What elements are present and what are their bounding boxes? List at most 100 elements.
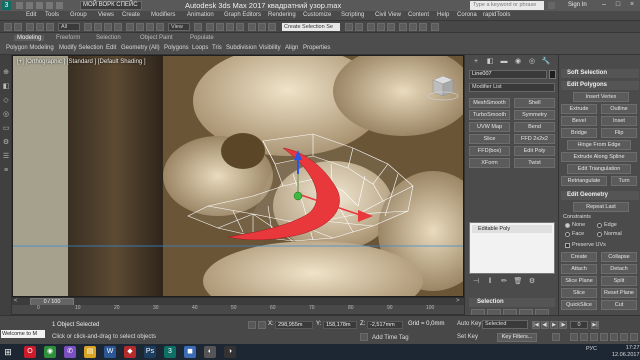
search-input[interactable]: Type a keyword or phrase [470, 1, 544, 10]
twist-button[interactable]: Twist [514, 158, 555, 168]
move-icon[interactable] [126, 23, 134, 31]
split-button[interactable]: Split [601, 276, 637, 286]
redo-icon[interactable] [14, 23, 22, 31]
key-filters-button[interactable]: Key Filters... [497, 333, 537, 342]
ribbon-properties[interactable]: Properties [303, 45, 330, 51]
selection-rollout-header[interactable]: Selection [469, 298, 555, 307]
symmetry-button[interactable]: Symmetry [514, 110, 555, 120]
orbit-icon[interactable] [620, 333, 628, 341]
menu-graph-editors[interactable]: Graph Editors [224, 12, 261, 18]
rectangular-selection-icon[interactable] [104, 23, 112, 31]
zoom-extents-icon[interactable] [590, 333, 598, 341]
taskbar-app-gray-icon[interactable]: ◐ [204, 346, 216, 358]
workspace-dropdown[interactable]: МОЙ ВОРК СПЕЙС [80, 1, 142, 10]
taskbar-app-viber-icon[interactable]: ✆ [64, 346, 76, 358]
menu-rapidtools[interactable]: rapidTools [483, 12, 510, 18]
ribbon-polygons[interactable]: Polygons [164, 45, 189, 51]
render-production-icon[interactable] [419, 23, 427, 31]
constraint-normal-radio[interactable] [597, 232, 602, 237]
go-to-end-icon[interactable]: ▶| [591, 321, 599, 329]
menu-help[interactable]: Help [437, 12, 449, 18]
reset-plane-button[interactable]: Reset Plane [601, 288, 637, 298]
minimize-button[interactable]: – [598, 0, 610, 10]
ribbon-subdivision[interactable]: Subdivision [226, 45, 257, 51]
add-time-tag[interactable]: Add Time Tag [372, 335, 409, 341]
edit-triangulation-button[interactable]: Edit Triangulation [567, 164, 631, 174]
schematic-view-icon[interactable] [377, 23, 385, 31]
bend-button[interactable]: Bend [514, 122, 555, 132]
menu-tools[interactable]: Tools [45, 12, 59, 18]
selection-filter-dropdown[interactable]: All [58, 23, 80, 31]
undo-icon[interactable] [46, 2, 53, 9]
window-crossing-icon[interactable] [114, 23, 122, 31]
close-button[interactable]: × [626, 0, 638, 10]
preserve-uvs-checkbox[interactable] [565, 243, 570, 248]
soft-selection-rollout[interactable]: Soft Selection [561, 69, 639, 78]
spinner-snap-icon[interactable] [236, 23, 244, 31]
ribbon-align[interactable]: Align [285, 45, 298, 51]
menu-customize[interactable]: Customize [303, 12, 331, 18]
redo-icon[interactable] [56, 2, 63, 9]
tab-freeform[interactable]: Freeform [56, 35, 80, 41]
time-configuration-icon[interactable] [552, 333, 560, 341]
set-key-button[interactable]: Set Key [457, 334, 478, 340]
menu-views[interactable]: Views [98, 12, 114, 18]
keyboard-language[interactable]: РУС [586, 346, 597, 352]
taskbar-app-opera-icon[interactable]: O [24, 346, 36, 358]
insert-vertex-button[interactable]: Insert Vertex [573, 92, 629, 102]
y-coordinate-field[interactable]: 158,178m [323, 321, 357, 329]
stack-item-editable-poly[interactable]: Editable Poly [472, 225, 552, 233]
snaps-toggle-icon[interactable] [206, 23, 214, 31]
hierarchy-icon[interactable]: ◇ [2, 97, 10, 105]
make-unique-icon[interactable]: ✏ [499, 277, 509, 286]
cut-button[interactable]: Cut [601, 300, 637, 310]
tab-object-paint[interactable]: Object Paint [140, 35, 173, 41]
bridge-button[interactable]: Bridge [561, 128, 597, 138]
shell-button[interactable]: Shell [514, 98, 555, 108]
modify-tab-icon[interactable]: ◧ [485, 57, 495, 66]
teapot-render-icon[interactable] [431, 23, 439, 31]
hierarchy-tab-icon[interactable]: ▬ [499, 57, 509, 66]
auto-key-button[interactable]: Auto Key [457, 321, 481, 327]
viewport-label[interactable]: [+] [Orthographic ] [Standard ] [Default… [17, 59, 146, 65]
menu-civil-view[interactable]: Civil View [375, 12, 401, 18]
angle-snap-icon[interactable] [216, 23, 224, 31]
menu-scripting[interactable]: Scripting [341, 12, 364, 18]
xform-button[interactable]: XForm [469, 158, 510, 168]
inset-button[interactable]: Inset [601, 116, 637, 126]
configure-modifier-sets-icon[interactable]: ⚙ [527, 277, 537, 286]
z-coordinate-field[interactable]: -2,517mm [367, 321, 403, 329]
play-icon[interactable]: ▶ [550, 321, 558, 329]
graphite-toggle-icon[interactable] [355, 23, 363, 31]
uvw-map-button[interactable]: UVW Map [469, 122, 510, 132]
rendered-frame-window-icon[interactable] [409, 23, 417, 31]
turn-button[interactable]: Turn [611, 176, 637, 186]
create-selection-set-input[interactable]: Create Selection Se [282, 23, 340, 31]
retriangulate-button[interactable]: Retriangulate [561, 176, 607, 186]
extrude-along-spline-button[interactable]: Extrude Along Spline [561, 152, 637, 162]
ribbon-visibility[interactable]: Visibility [259, 45, 281, 51]
maximize-viewport-icon[interactable] [630, 333, 638, 341]
tab-populate[interactable]: Populate [190, 35, 214, 41]
percent-snap-icon[interactable] [226, 23, 234, 31]
maximize-button[interactable]: □ [612, 0, 624, 10]
taskbar-app-blue-icon[interactable]: ◼ [184, 346, 196, 358]
tab-selection[interactable]: Selection [96, 35, 121, 41]
taskbar-app-red-icon[interactable]: ◆ [124, 346, 136, 358]
ribbon-polygon-modeling[interactable]: Polygon Modeling [6, 45, 54, 51]
place-icon[interactable] [156, 23, 164, 31]
zoom-all-icon[interactable] [580, 333, 588, 341]
binoculars-icon[interactable] [548, 2, 555, 9]
create-icon[interactable]: ⊕ [2, 69, 10, 77]
mirror-icon[interactable] [258, 23, 266, 31]
constraint-edge-radio[interactable] [597, 223, 602, 228]
absolute-mode-icon[interactable] [258, 321, 266, 329]
object-color-swatch[interactable] [549, 70, 556, 79]
track-bar[interactable]: 0 10 20 30 40 50 60 70 80 90 100 [12, 305, 464, 315]
display-icon[interactable]: ▭ [2, 125, 10, 133]
unlink-icon[interactable] [36, 23, 44, 31]
ffd-2x2x2-button[interactable]: FFD 2x2x2 [514, 134, 555, 144]
time-slider-next[interactable]: > [456, 298, 460, 304]
go-to-start-icon[interactable]: |◀ [532, 321, 540, 329]
bevel-button[interactable]: Bevel [561, 116, 597, 126]
